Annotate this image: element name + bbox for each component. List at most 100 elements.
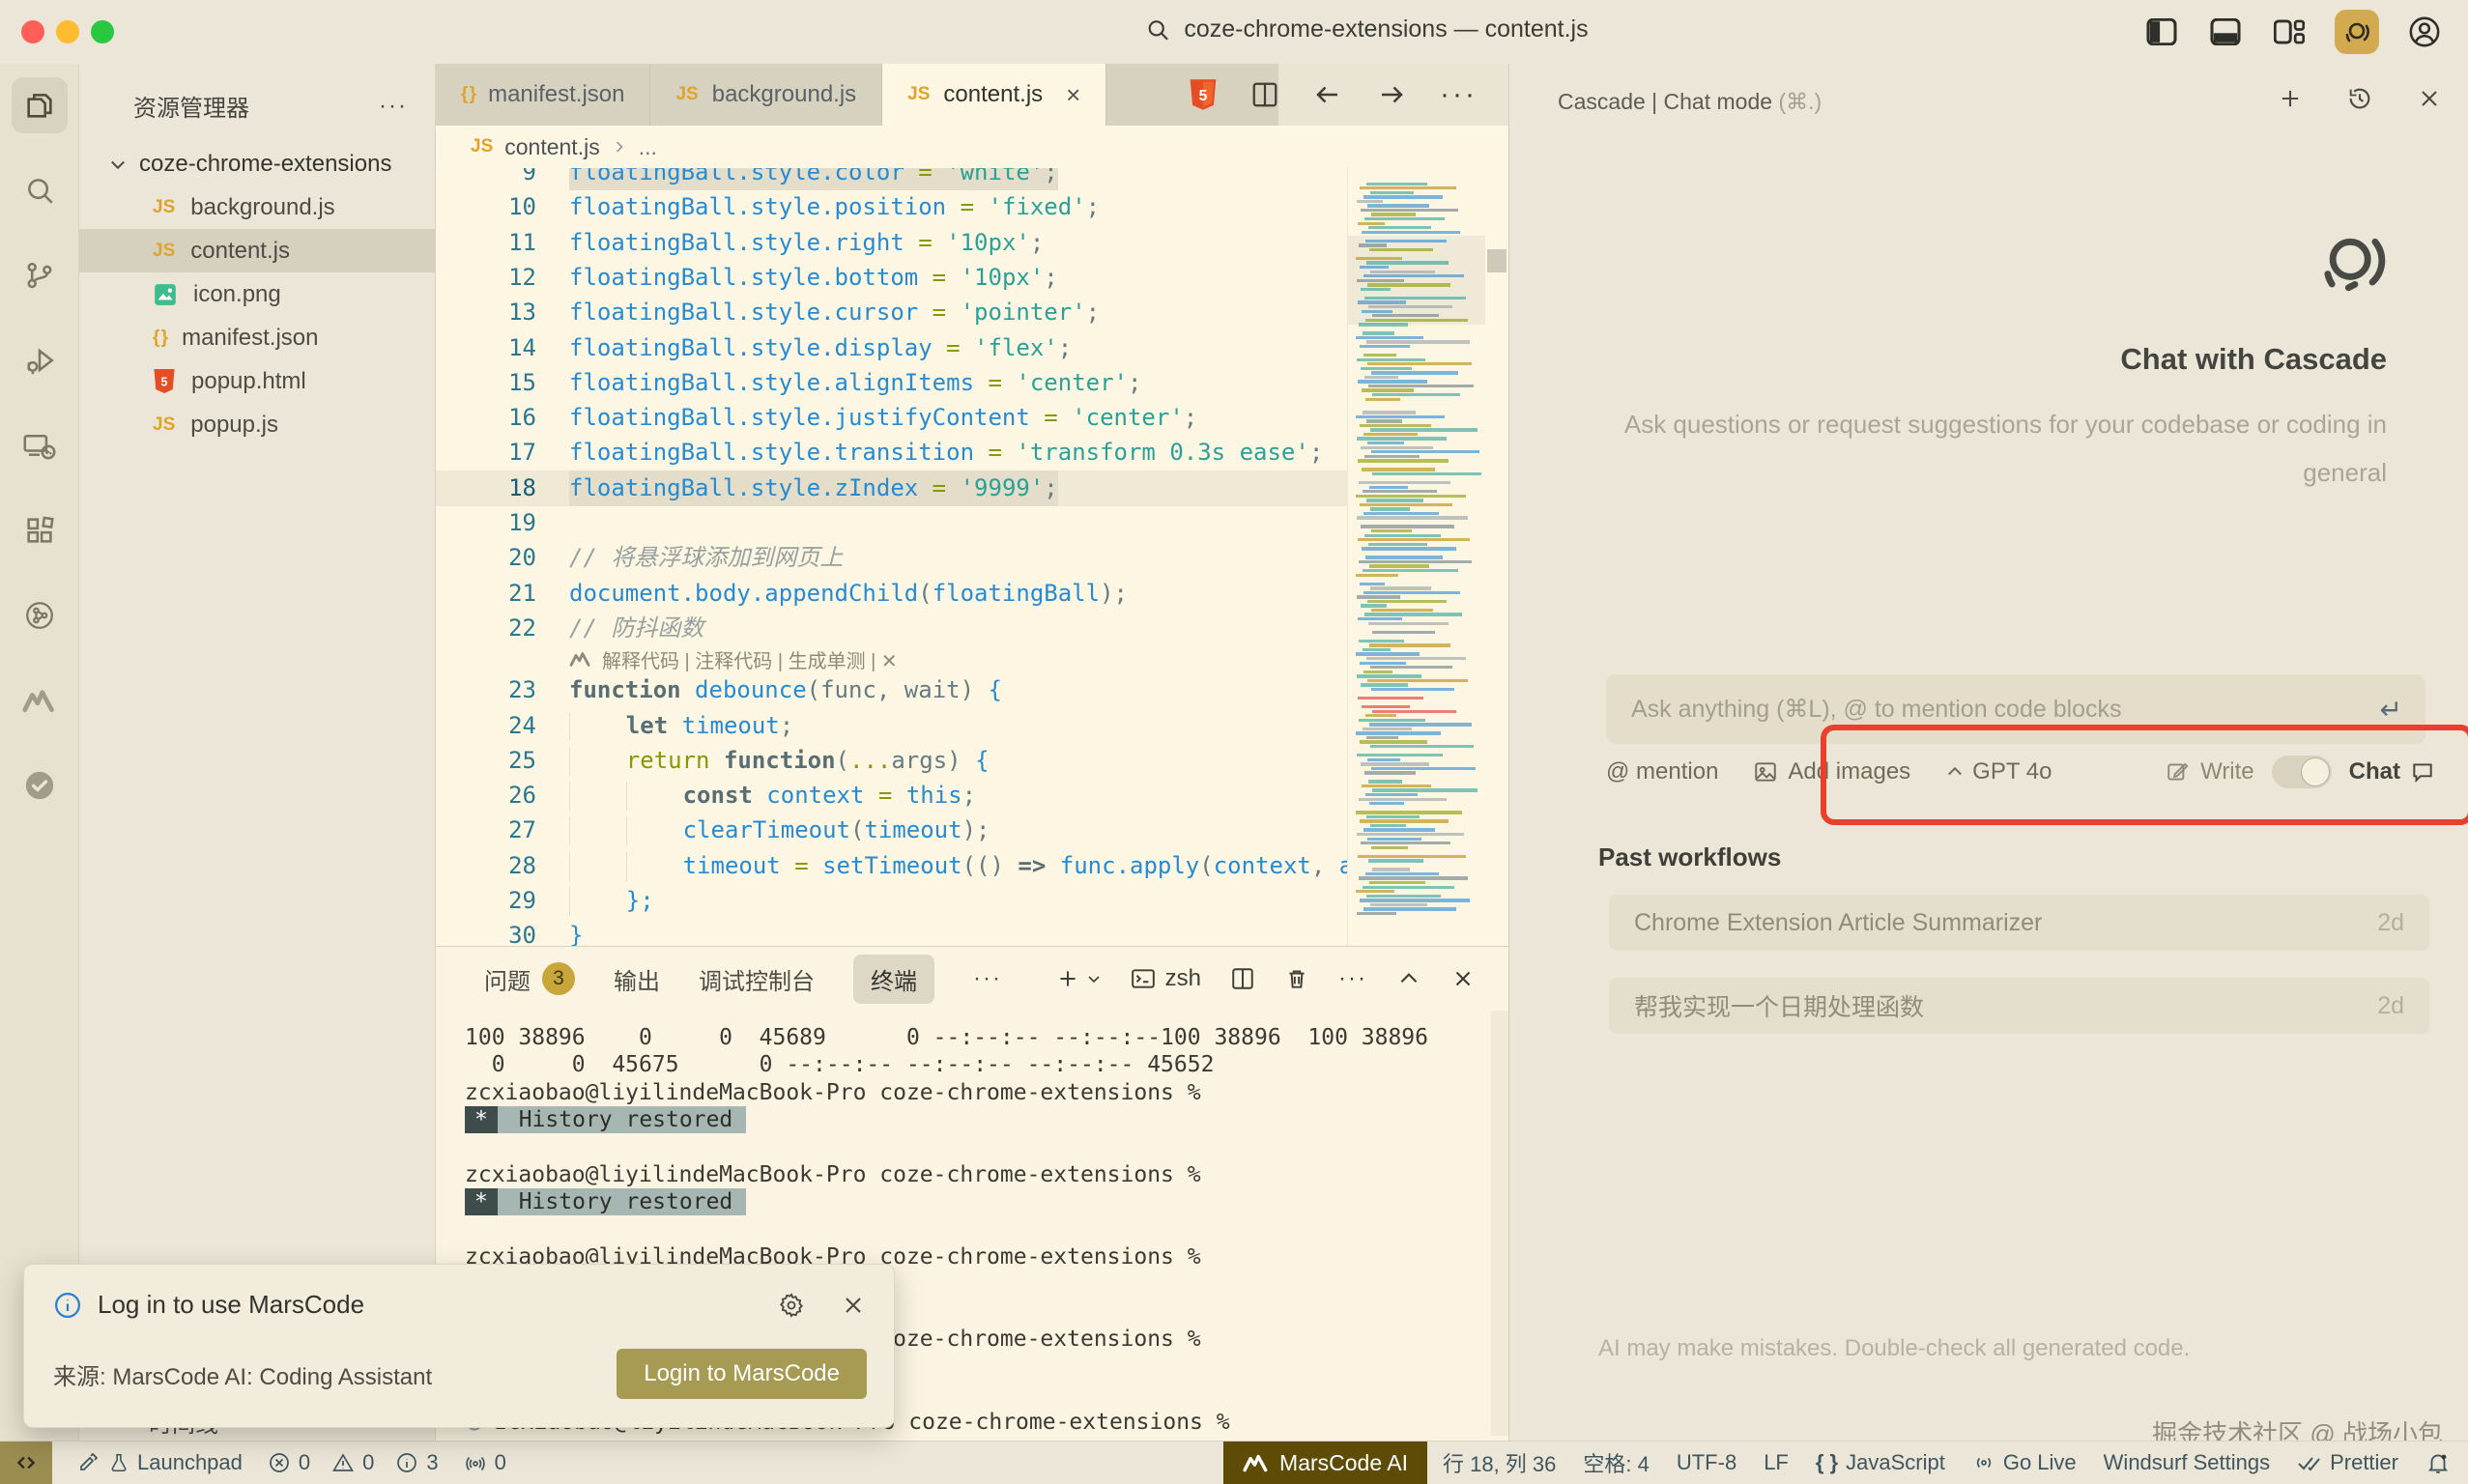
file-item-popup.js[interactable]: JSpopup.js — [79, 403, 435, 446]
braces-icon: { } — [1816, 1450, 1838, 1475]
code-text: floatingBall.style.transition = 'transfo… — [569, 435, 1323, 471]
search-sidebar-icon[interactable] — [12, 162, 68, 218]
close-tab-icon[interactable]: × — [1066, 80, 1080, 110]
workflow-item[interactable]: 帮我实现一个日期处理函数2d — [1609, 978, 2429, 1034]
marscode-icon[interactable] — [12, 672, 68, 728]
file-item-manifest.json[interactable]: { }manifest.json — [79, 316, 435, 359]
notifications-bell-icon[interactable] — [2425, 1450, 2451, 1475]
write-mode-label[interactable]: Write — [2166, 758, 2254, 785]
tab-problems[interactable]: 问题 3 — [484, 962, 575, 996]
accounts-icon[interactable] — [2406, 14, 2443, 50]
close-panel-icon[interactable] — [1450, 966, 1476, 991]
codelens[interactable]: 解释代码 | 注释代码 | 生成单测 | ✕ — [569, 645, 898, 672]
launchpad-status[interactable]: Launchpad — [77, 1450, 243, 1475]
close-cascade-icon[interactable] — [2416, 85, 2443, 112]
language-status[interactable]: { } JavaScript — [1816, 1450, 1945, 1475]
extensions-icon[interactable] — [12, 502, 68, 558]
write-chat-toggle[interactable] — [2272, 756, 2332, 788]
editor-tabs: { }manifest.jsonJSbackground.jsJScontent… — [436, 64, 1508, 126]
source-control-icon[interactable] — [12, 247, 68, 303]
toggle-panel-icon[interactable] — [2207, 14, 2244, 50]
new-chat-icon[interactable] — [2277, 85, 2304, 112]
workflow-age: 2d — [2377, 909, 2404, 937]
code-text: // 防抖函数 — [569, 611, 703, 646]
maximize-panel-icon[interactable] — [1396, 966, 1421, 991]
panel-more-tabs-icon[interactable]: ··· — [973, 965, 1002, 992]
cursor-position-status[interactable]: 行 18, 列 36 — [1443, 1447, 1556, 1478]
terminal-line — [465, 1134, 1479, 1161]
check-badge-icon[interactable] — [12, 757, 68, 813]
file-item-content.js[interactable]: JScontent.js — [79, 229, 435, 272]
encoding-status[interactable]: UTF-8 — [1677, 1450, 1736, 1475]
tab-debug-console[interactable]: 调试控制台 — [699, 962, 815, 996]
root-folder-label: coze-chrome-extensions — [139, 151, 391, 178]
remote-explorer-icon[interactable] — [12, 417, 68, 473]
workflow-item[interactable]: Chrome Extension Article Summarizer2d — [1609, 895, 2429, 951]
notification-close-icon[interactable] — [840, 1292, 867, 1319]
add-images-button[interactable]: Add images — [1753, 758, 1910, 785]
tab-output[interactable]: 输出 — [614, 962, 660, 996]
chat-mode-label[interactable]: Chat — [2349, 758, 2435, 785]
line-number: 15 — [436, 365, 536, 401]
cascade-toolbar-icon[interactable] — [2335, 10, 2379, 54]
folder-root[interactable]: coze-chrome-extensions — [79, 142, 435, 186]
tab-background.js[interactable]: JSbackground.js — [650, 64, 882, 126]
login-marscode-button[interactable]: Login to MarsCode — [617, 1349, 867, 1399]
cascade-input[interactable]: Ask anything (⌘L), @ to mention code blo… — [1606, 674, 2425, 744]
breadcrumb[interactable]: JS content.js ... — [436, 126, 1508, 168]
zoom-window-button[interactable] — [91, 20, 114, 43]
customize-layout-icon[interactable] — [2271, 14, 2308, 50]
breadcrumb-file: content.js — [504, 134, 599, 160]
toggle-primary-sidebar-icon[interactable] — [2143, 14, 2180, 50]
history-icon[interactable] — [2346, 85, 2373, 112]
minimize-window-button[interactable] — [56, 20, 79, 43]
indentation-status[interactable]: 空格: 4 — [1583, 1447, 1649, 1478]
tab-manifest.json[interactable]: { }manifest.json — [436, 64, 650, 126]
problems-status[interactable]: 0 0 3 — [268, 1450, 439, 1475]
tab-content.js[interactable]: JScontent.js× — [882, 64, 1106, 126]
code-editor[interactable]: 9floatingBall.style.color = 'white';10fl… — [436, 168, 1508, 946]
file-item-icon.png[interactable]: icon.png — [79, 272, 435, 316]
ports-status[interactable]: 0 — [464, 1450, 506, 1475]
chevron-up-icon — [1945, 762, 1965, 782]
line-number: 21 — [436, 576, 536, 612]
prettier-status[interactable]: Prettier — [2297, 1450, 2398, 1475]
explorer-icon[interactable] — [12, 77, 68, 133]
marscode-ai-status[interactable]: MarsCode AI — [1223, 1441, 1427, 1484]
explorer-more-actions-icon[interactable]: ··· — [379, 93, 408, 120]
kill-terminal-icon[interactable] — [1284, 966, 1309, 991]
file-item-background.js[interactable]: JSbackground.js — [79, 186, 435, 229]
terminal-scrollbar[interactable] — [1491, 1011, 1508, 1436]
notification-settings-icon[interactable] — [778, 1292, 805, 1319]
new-terminal-icon[interactable] — [1055, 966, 1102, 991]
indent-guide — [569, 782, 626, 811]
history-text: History restored — [498, 1188, 746, 1215]
js-file-icon: JS — [471, 136, 493, 157]
run-debug-icon[interactable] — [12, 332, 68, 388]
more-actions-icon[interactable]: ··· — [1440, 78, 1478, 111]
html-preview-icon[interactable]: 5 — [1189, 78, 1218, 111]
window-title-area[interactable]: coze-chrome-extensions — content.js — [1145, 15, 1588, 43]
tab-terminal[interactable]: 终端 — [853, 955, 934, 1004]
windsurf-settings-status[interactable]: Windsurf Settings — [2104, 1450, 2270, 1475]
go-forward-icon[interactable] — [1376, 80, 1407, 109]
eol-status[interactable]: LF — [1764, 1450, 1789, 1475]
history-text: History restored — [498, 1106, 746, 1133]
file-label: background.js — [190, 194, 334, 221]
remote-indicator[interactable] — [0, 1441, 52, 1484]
terminal-more-icon[interactable]: ··· — [1338, 965, 1367, 992]
go-back-icon[interactable] — [1312, 80, 1343, 109]
split-terminal-icon[interactable] — [1230, 966, 1255, 991]
line-number: 25 — [436, 743, 536, 779]
minimap[interactable] — [1347, 168, 1485, 946]
shell-zsh[interactable]: zsh — [1131, 965, 1201, 992]
mention-button[interactable]: @ mention — [1606, 758, 1718, 785]
split-editor-icon[interactable] — [1250, 80, 1279, 109]
file-item-popup.html[interactable]: 5popup.html — [79, 359, 435, 403]
close-window-button[interactable] — [21, 20, 44, 43]
editor-scrollbar[interactable] — [1485, 168, 1508, 946]
codelens-actions[interactable]: 解释代码 | 注释代码 | 生成单测 | ✕ — [602, 645, 898, 673]
share-circle-icon[interactable] — [12, 587, 68, 643]
go-live-status[interactable]: Go Live — [1972, 1450, 2077, 1475]
model-selector[interactable]: GPT 4o — [1945, 758, 2052, 785]
